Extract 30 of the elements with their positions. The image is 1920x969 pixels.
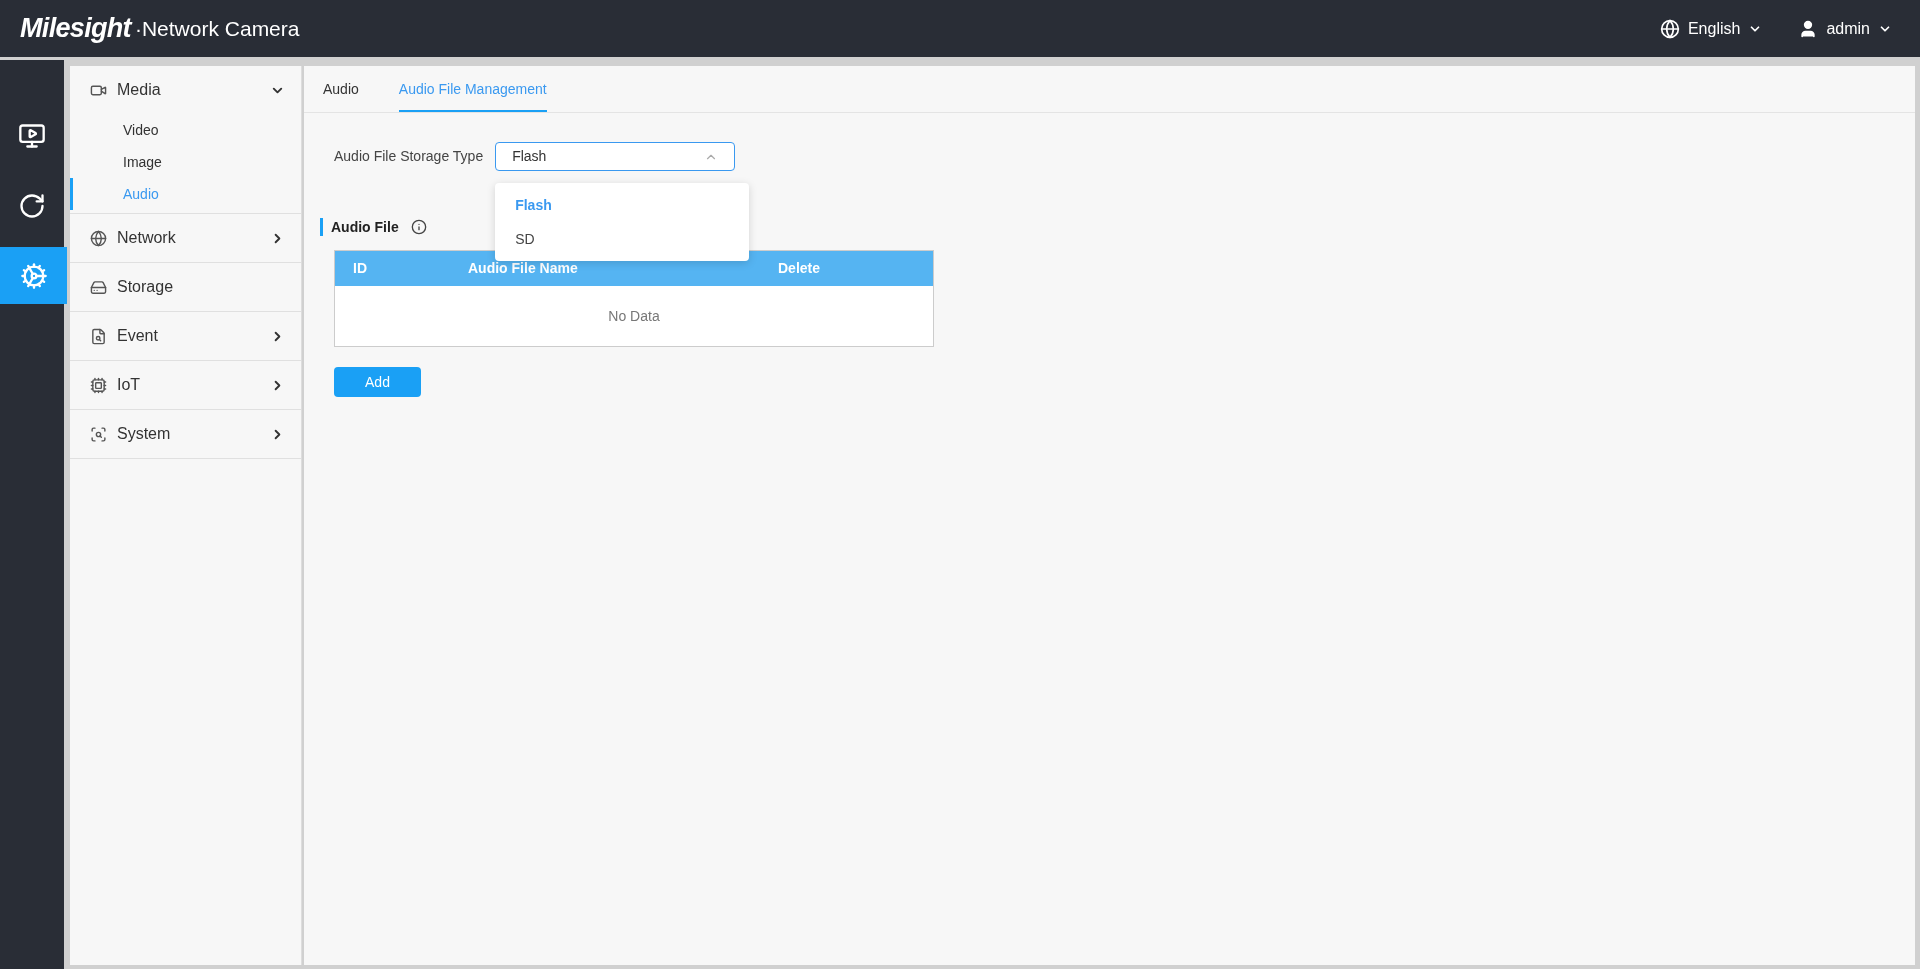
dropdown-option[interactable]: SD bbox=[495, 222, 750, 256]
column-header: Delete bbox=[777, 259, 822, 278]
empty-message: No Data bbox=[608, 306, 660, 326]
column-header: Audio File Name bbox=[467, 259, 579, 278]
sidebar-item[interactable]: Network bbox=[70, 214, 301, 262]
sidebar-subitem[interactable]: Video bbox=[70, 114, 301, 146]
field-label: Audio File Storage Type bbox=[334, 147, 484, 166]
monitor-icon bbox=[18, 121, 46, 150]
app-title: ·Network Camera bbox=[134, 15, 300, 42]
globe-icon bbox=[1659, 18, 1680, 39]
sidebar-item[interactable]: Media bbox=[70, 66, 301, 114]
sidebar-item[interactable]: Event bbox=[70, 312, 301, 360]
replay-icon bbox=[18, 191, 46, 220]
column-header: ID bbox=[352, 259, 368, 278]
storage-type-select[interactable]: Flash bbox=[495, 142, 736, 171]
globe-icon bbox=[90, 229, 107, 247]
sidebar-item[interactable]: System bbox=[70, 410, 301, 458]
server-icon bbox=[90, 278, 107, 296]
section-title: Audio File bbox=[320, 218, 399, 236]
info-icon bbox=[410, 219, 427, 235]
brand-logo: Milesight bbox=[20, 12, 131, 46]
sidebar-item[interactable]: Storage bbox=[70, 263, 301, 311]
settings-icon bbox=[19, 261, 48, 290]
document-icon bbox=[90, 327, 107, 345]
chip-icon bbox=[90, 376, 107, 394]
user-menu[interactable]: admin bbox=[1798, 16, 1892, 41]
language-menu[interactable]: English bbox=[1659, 16, 1763, 41]
sidebar-item[interactable]: IoT bbox=[70, 361, 301, 409]
sidebar-subitem[interactable]: Image bbox=[70, 146, 301, 178]
tab[interactable]: Audio bbox=[323, 79, 359, 112]
